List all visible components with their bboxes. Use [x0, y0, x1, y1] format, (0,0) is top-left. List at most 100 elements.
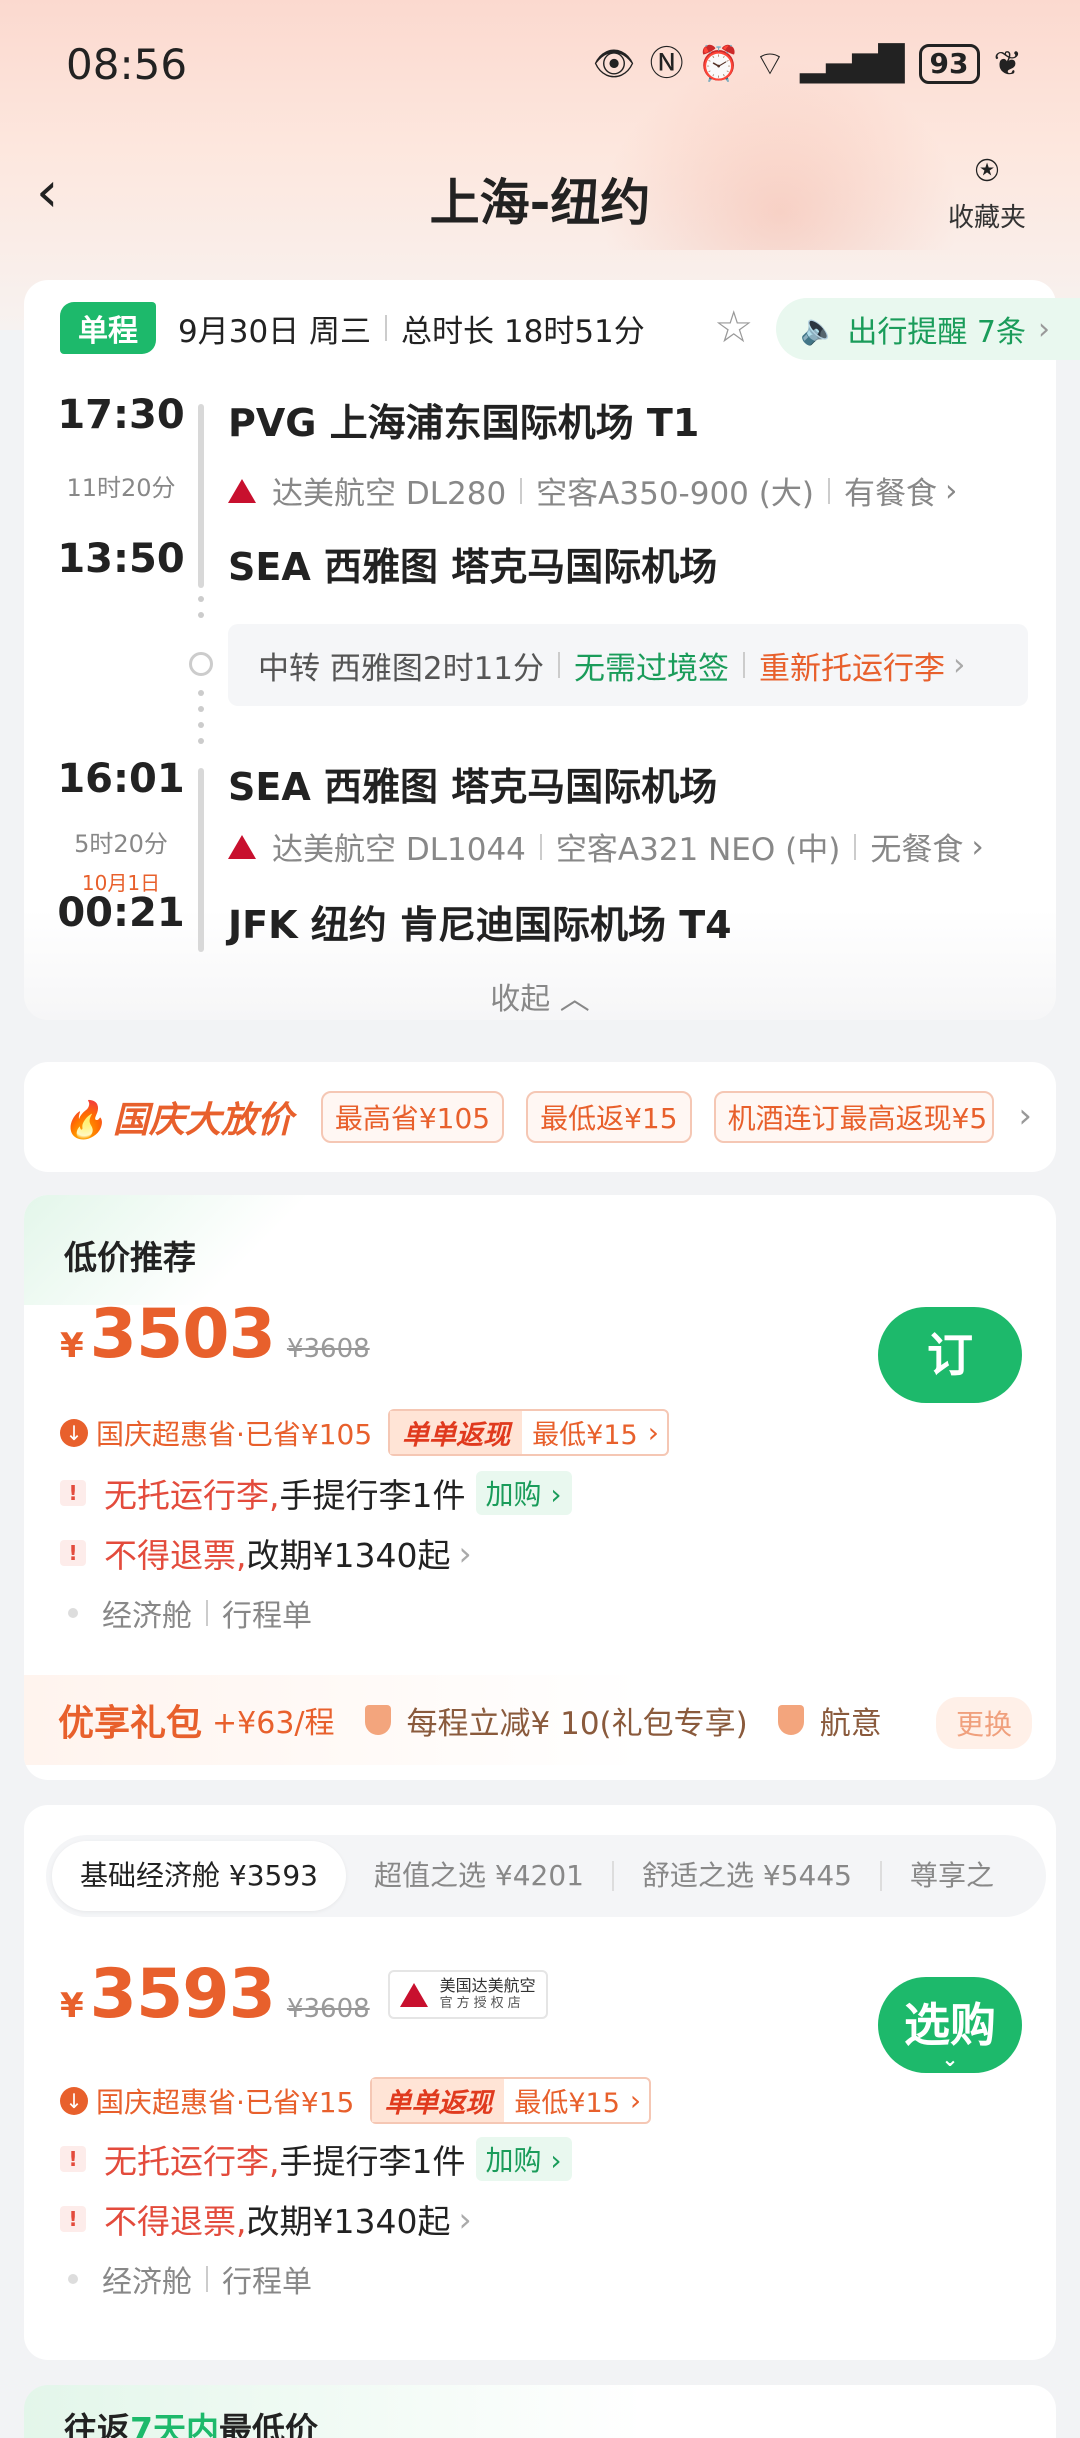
cashback-tag: 单单返现	[372, 2079, 505, 2122]
refund-condition[interactable]: ! 不得退票, 改期¥1340起 ›	[60, 1529, 472, 1577]
itinerary-label: 行程单	[222, 2265, 312, 2300]
original-price: ¥3608	[286, 1334, 370, 1364]
cabin-class: 经济舱	[102, 2265, 192, 2300]
airline-flight: 达美航空 DL280	[272, 476, 507, 512]
bookmark-star-icon: ⍟	[975, 148, 999, 194]
cabin-class: 经济舱	[102, 1599, 192, 1634]
speaker-icon: 🔈	[800, 311, 838, 347]
change-gift-button[interactable]: 更换	[935, 1697, 1032, 1749]
airline-store-badge: 美国达美航空 官方授权店	[387, 1970, 548, 2019]
discount-icon: ↓	[60, 1418, 88, 1447]
price-row: ¥ 3593 ¥3608 美国达美航空 官方授权店	[60, 1955, 548, 2034]
cabin-meta: 经济舱 行程单	[60, 1591, 312, 1635]
currency-symbol: ¥	[60, 1326, 84, 1366]
aircraft-type: 空客A350-900 (大)	[536, 476, 814, 512]
saving-row[interactable]: ↓ 国庆超惠省·已省¥15 单单返现 最低¥15 ›	[60, 2077, 652, 2124]
divider	[743, 652, 746, 678]
tab-value-choice[interactable]: 超值之选 ¥4201	[346, 1835, 612, 1917]
discount-icon: ↓	[60, 2086, 88, 2115]
battery-icon: 93	[918, 44, 980, 84]
divider	[206, 1600, 208, 1626]
arrival-airport: SEA 西雅图 塔克马国际机场	[228, 545, 718, 589]
fare-price: 3503	[89, 1295, 276, 1374]
segment-duration: 5时20分	[74, 830, 168, 858]
status-bar: 08:56 👁 Ⓝ ⏰ ⌔ ▂▄▆█ 93 ❦	[0, 0, 1080, 130]
transfer-dots	[198, 596, 204, 628]
baggage-note: 重新托运行李	[759, 650, 946, 687]
chevron-right-icon: ›	[629, 2084, 642, 2117]
refund-info: 改期¥1340起	[246, 2202, 451, 2241]
select-purchase-button[interactable]: 选购 ⌄	[878, 1977, 1022, 2073]
flight-detail-card: 单程 9月30日 周三 总时长 18时51分 ☆ 🔈 出行提醒 7条 › 17:…	[24, 280, 1080, 1020]
chevron-right-icon: ›	[458, 2199, 472, 2239]
gift-item: 每程立减¥ 10(礼包专享)	[406, 1705, 748, 1742]
divider	[385, 315, 388, 341]
shield-icon	[364, 1705, 391, 1735]
tab-premium[interactable]: 尊享之	[882, 1835, 1022, 1917]
tab-basic-economy[interactable]: 基础经济舱 ¥3593	[52, 1841, 346, 1911]
collapse-label: 收起	[490, 982, 551, 1017]
departure-time: 16:01	[57, 756, 185, 802]
add-baggage-button[interactable]: 加购 ›	[475, 2137, 572, 2181]
saving-row[interactable]: ↓ 国庆超惠省·已省¥105 单单返现 最低¥15 ›	[60, 1409, 669, 1456]
round-trip-prefix: 往返	[64, 2410, 130, 2438]
national-day-promo-banner[interactable]: 🔥 国庆大放价 最高省¥105 最低返¥15 机酒连订最高返现¥5 ›	[24, 1062, 1056, 1172]
gift-item: 航意	[819, 1705, 882, 1742]
chevron-up-icon: ︿	[559, 982, 590, 1017]
departure-airport: SEA 西雅图 塔克马国际机场	[228, 765, 718, 809]
addon-label: 加购	[485, 1478, 542, 1511]
baggage-warning: 无托运行李,	[104, 1476, 280, 1515]
round-trip-lowest-section[interactable]: 往返7天内最低价	[24, 2385, 1056, 2438]
divider	[539, 833, 542, 860]
divider	[827, 477, 830, 504]
travel-reminder-button[interactable]: 🔈 出行提醒 7条 ›	[776, 298, 1080, 360]
segment-line	[198, 404, 204, 588]
airline-store-sub: 官方授权店	[439, 1996, 525, 2012]
saving-text: 国庆超惠省·已省¥105	[96, 1417, 373, 1451]
gift-package-row[interactable]: 优享礼包 +¥63/程 每程立减¥ 10(礼包专享) 航意 更换	[24, 1675, 1056, 1765]
delta-logo-icon	[228, 478, 256, 503]
promo-title: 🔥 国庆大放价	[62, 1091, 293, 1143]
currency-symbol: ¥	[60, 1986, 84, 2026]
saving-text: 国庆超惠省·已省¥15	[96, 2085, 355, 2119]
bullet-icon	[68, 1608, 78, 1618]
price-row: ¥ 3503 ¥3608	[60, 1295, 370, 1374]
section-title: 往返7天内最低价	[64, 2403, 318, 2438]
visa-note: 无需过境签	[574, 650, 730, 687]
delta-logo-icon	[399, 1982, 428, 2007]
warning-icon: !	[60, 2206, 86, 2232]
trip-type-badge: 单程	[60, 302, 156, 354]
fare-offer-low-price: 低价推荐 ¥ 3503 ¥3608 订 ↓ 国庆超惠省·已省¥105 单单返现 …	[24, 1195, 1056, 1780]
baggage-condition: ! 无托运行李, 手提行李1件 加购 ›	[60, 1469, 572, 1517]
segment-duration: 11时20分	[66, 474, 176, 502]
promo-tag: 最低返¥15	[526, 1091, 692, 1143]
chevron-right-icon: ›	[944, 472, 958, 509]
book-button[interactable]: 订	[878, 1307, 1022, 1403]
add-baggage-button[interactable]: 加购 ›	[475, 1471, 572, 1515]
segment-line	[198, 768, 204, 952]
favorites-button[interactable]: ⍟ 收藏夹	[942, 151, 1032, 234]
cashback-min: 最低¥15	[514, 2088, 620, 2119]
airline-store-name: 美国达美航空	[439, 1976, 536, 1996]
divider	[854, 833, 857, 860]
transfer-node	[189, 652, 213, 676]
tab-comfort-choice[interactable]: 舒适之选 ¥5445	[614, 1835, 880, 1917]
chevron-right-icon: ›	[953, 647, 966, 683]
refund-condition[interactable]: ! 不得退票, 改期¥1340起 ›	[60, 2195, 472, 2243]
promo-tag: 最高省¥105	[320, 1091, 505, 1143]
cashback-tag: 单单返现	[390, 1411, 523, 1454]
cashback-badge: 单单返现 最低¥15 ›	[370, 2077, 652, 2124]
navigation-bar: ‹ 上海-纽约 ⍟ 收藏夹	[0, 145, 1080, 245]
chevron-right-icon: ›	[1038, 311, 1050, 347]
promo-tag: 机酒连订最高返现¥5	[713, 1091, 994, 1143]
chevron-right-icon: ›	[1018, 1096, 1032, 1136]
round-trip-highlight: 7天内	[130, 2410, 219, 2438]
gift-price: +¥63/程	[212, 1706, 335, 1741]
collapse-button[interactable]: 收起 ︿	[24, 974, 1056, 1018]
chevron-right-icon: ›	[458, 1533, 472, 1573]
transfer-info[interactable]: 中转 西雅图2时11分 无需过境签 重新托运行李 ›	[228, 624, 1028, 706]
round-trip-suffix: 最低价	[218, 2410, 318, 2438]
baggage-info: 手提行李1件	[279, 1476, 466, 1515]
star-icon[interactable]: ☆	[714, 306, 753, 350]
meal-info: 无餐食	[870, 832, 964, 868]
